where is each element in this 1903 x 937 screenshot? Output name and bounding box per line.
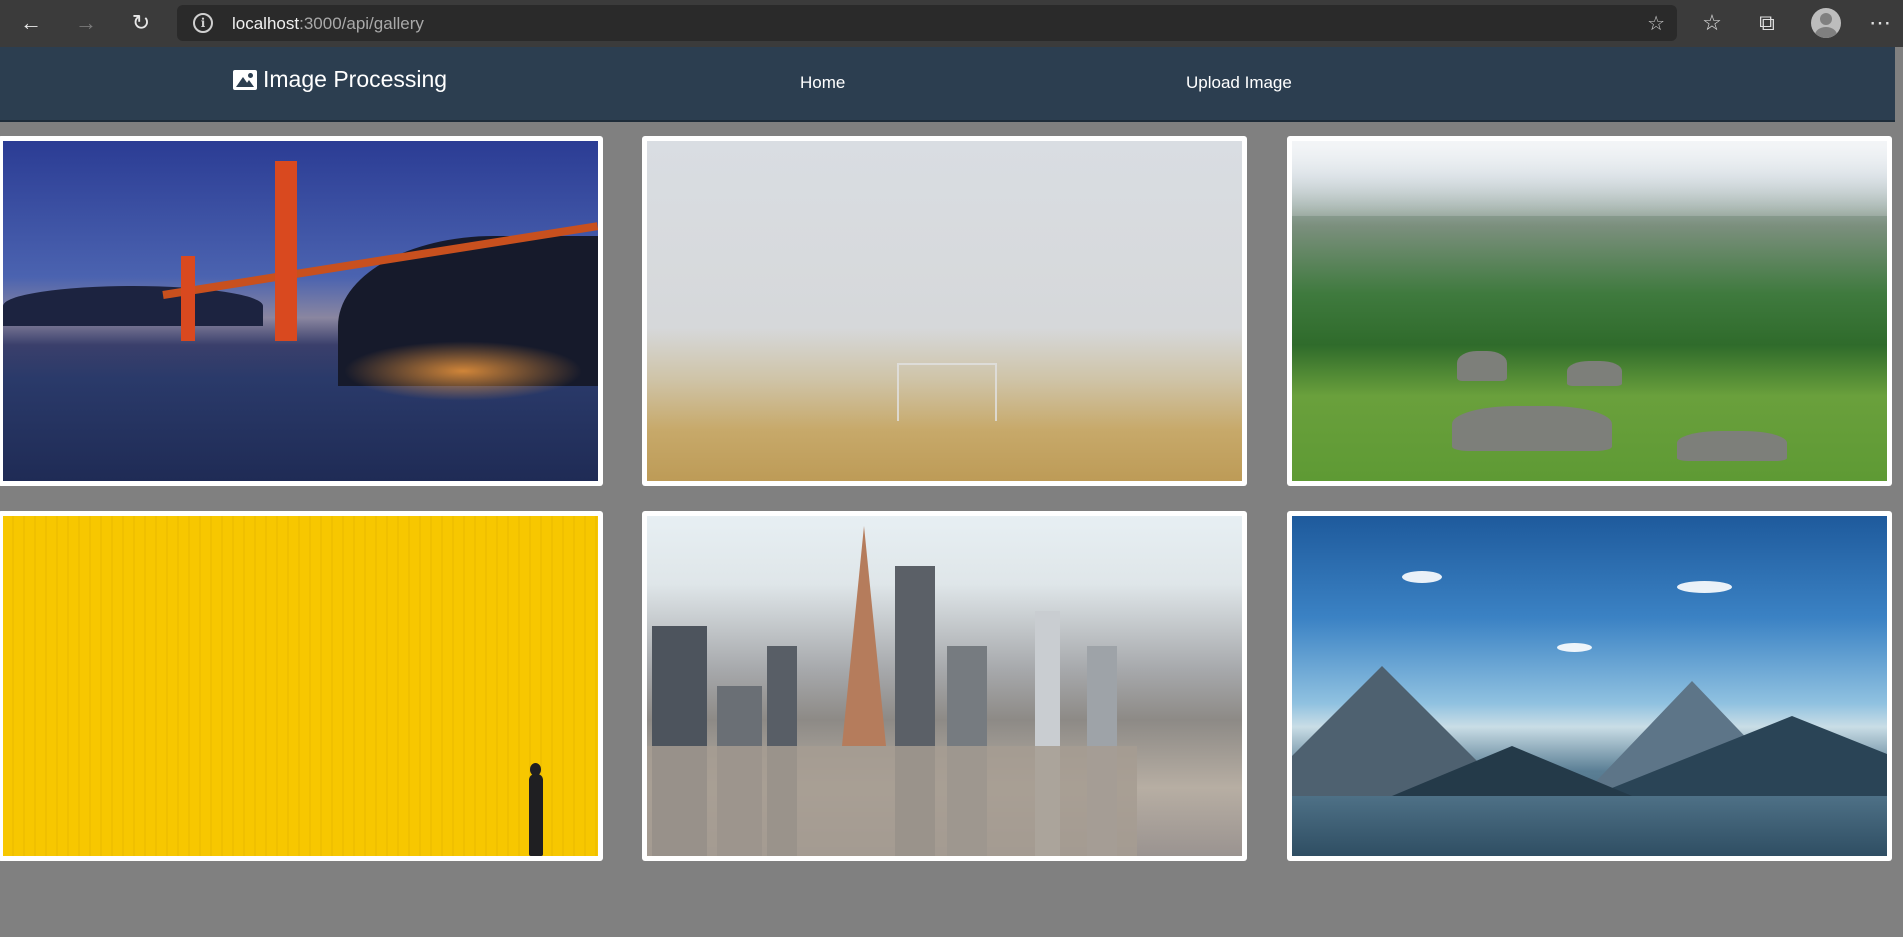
- gallery-image[interactable]: [3, 141, 598, 481]
- collections-icon[interactable]: ⧉: [1752, 9, 1782, 37]
- gallery-image[interactable]: [647, 141, 1242, 481]
- gallery-card[interactable]: [642, 136, 1247, 486]
- gallery-card[interactable]: [0, 511, 603, 861]
- gallery-image[interactable]: [647, 516, 1242, 856]
- gallery-image[interactable]: [1292, 141, 1887, 481]
- gallery-image[interactable]: [3, 516, 598, 856]
- more-menu-icon[interactable]: ⋯: [1865, 9, 1895, 37]
- nav-upload-image-link[interactable]: Upload Image: [1186, 73, 1292, 93]
- brand-label: Image Processing: [263, 66, 448, 92]
- gallery-card[interactable]: [1287, 136, 1892, 486]
- image-icon: [233, 69, 257, 90]
- browser-toolbar: ← → ↻ i localhost:3000/api/gallery ☆ ☆ ⧉…: [0, 0, 1903, 47]
- gallery-card[interactable]: [0, 136, 603, 486]
- forward-arrow-icon[interactable]: →: [71, 8, 101, 38]
- app-navbar: Image Processing Home Upload Image: [0, 47, 1895, 122]
- profile-avatar-icon[interactable]: [1811, 8, 1841, 38]
- address-url[interactable]: localhost:3000/api/gallery: [232, 14, 424, 34]
- site-info-icon[interactable]: i: [193, 13, 213, 33]
- gallery-image[interactable]: [1292, 516, 1887, 856]
- url-path: :3000/api/gallery: [299, 14, 424, 33]
- brand[interactable]: Image Processing: [233, 66, 447, 93]
- address-bar[interactable]: i localhost:3000/api/gallery ☆: [177, 5, 1677, 41]
- nav-home-link[interactable]: Home: [800, 73, 845, 93]
- back-arrow-icon[interactable]: ←: [16, 8, 46, 38]
- favorites-icon[interactable]: ☆: [1697, 9, 1727, 37]
- add-favorite-icon[interactable]: ☆: [1647, 11, 1665, 36]
- gallery-card[interactable]: [1287, 511, 1892, 861]
- reload-icon[interactable]: ↻: [126, 8, 156, 38]
- url-host: localhost: [232, 14, 300, 33]
- gallery-card[interactable]: [642, 511, 1247, 861]
